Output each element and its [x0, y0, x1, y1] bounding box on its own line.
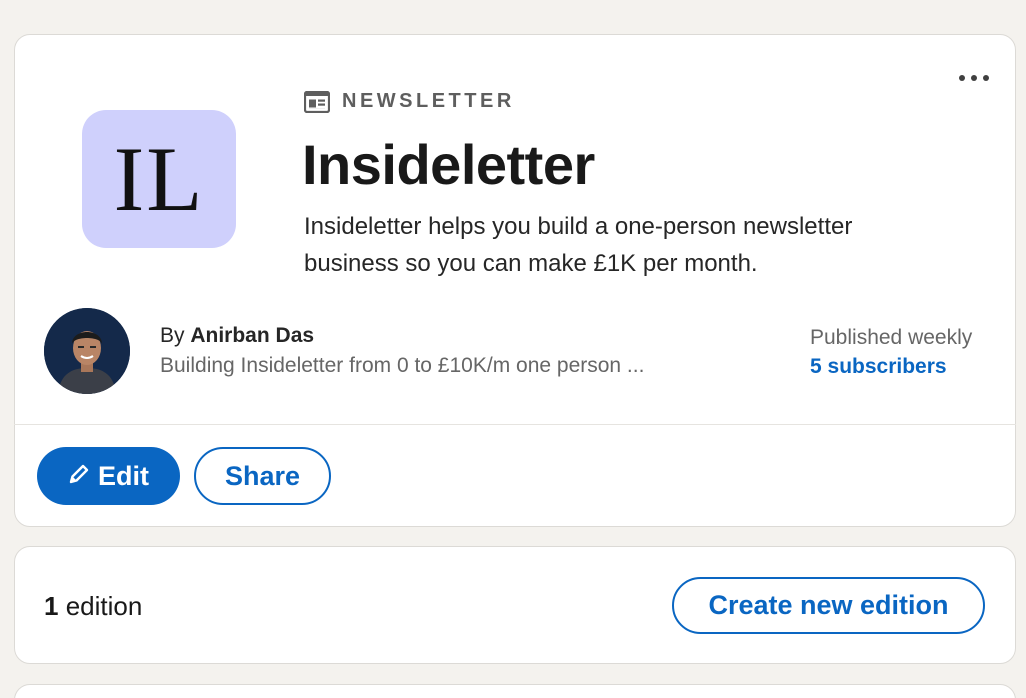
newsletter-icon	[304, 90, 330, 113]
pencil-icon	[68, 461, 90, 492]
create-label: Create new edition	[708, 590, 949, 620]
author-headline: Building Insideletter from 0 to £10K/m o…	[160, 354, 645, 377]
more-options-icon[interactable]	[956, 72, 992, 84]
editions-label: edition	[65, 591, 143, 621]
newsletter-title[interactable]: Insideletter	[302, 132, 595, 197]
share-button[interactable]: Share	[194, 447, 331, 505]
author-name[interactable]: Anirban Das	[190, 324, 314, 347]
author-avatar[interactable]	[44, 308, 130, 394]
edit-button[interactable]: Edit	[37, 447, 180, 505]
editions-count: 1 edition	[44, 591, 142, 622]
share-label: Share	[224, 460, 301, 491]
subscribers-link[interactable]: 5 subscribers	[810, 355, 947, 379]
newsletter-description: Insideletter helps you build a one-perso…	[304, 213, 853, 277]
kicker-label: NEWSLETTER	[342, 90, 515, 112]
create-new-edition-button[interactable]: Create new edition	[672, 577, 985, 634]
card-divider	[14, 424, 1016, 425]
newsletter-kicker: NEWSLETTER	[304, 90, 515, 113]
next-card	[14, 684, 1016, 698]
edit-label: Edit	[98, 460, 149, 491]
by-label: By	[160, 324, 185, 347]
editions-number: 1	[44, 591, 59, 621]
newsletter-logo: IL	[82, 110, 236, 248]
logo-text: IL	[113, 128, 205, 230]
publish-frequency: Published weekly	[810, 326, 973, 349]
author-byline: By Anirban Das	[160, 324, 314, 348]
